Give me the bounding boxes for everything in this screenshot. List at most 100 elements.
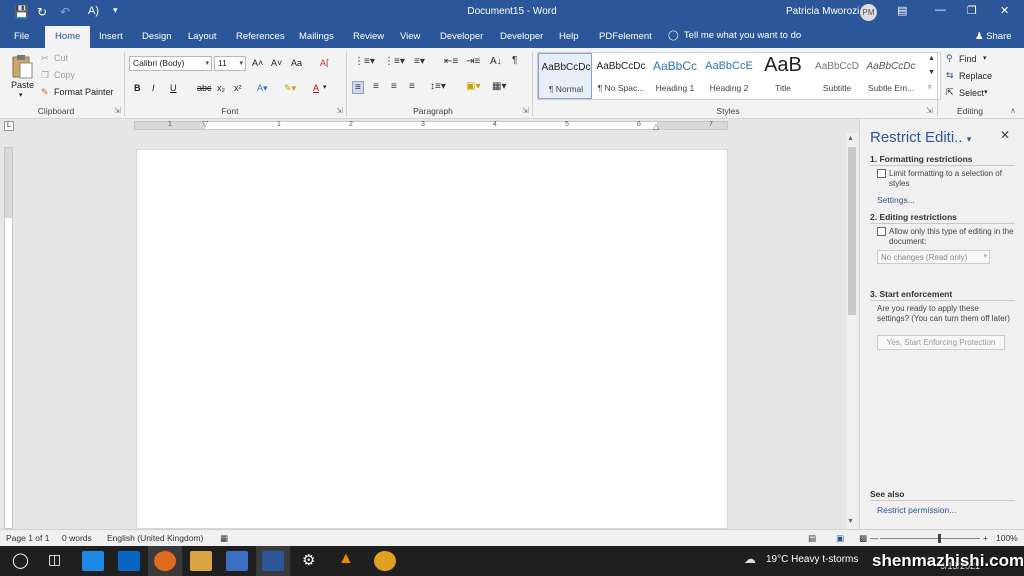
multilevel-list-icon[interactable]: ≡▾ xyxy=(414,56,425,67)
copy-button[interactable]: Copy xyxy=(54,70,75,80)
search-icon[interactable]: ◯ xyxy=(12,551,29,569)
align-center-icon[interactable]: ≡ xyxy=(373,81,379,92)
tab-insert[interactable]: Insert xyxy=(99,31,123,42)
font-color-icon[interactable]: A xyxy=(313,83,319,93)
restore-icon[interactable]: ❐ xyxy=(967,4,977,17)
bullets-icon[interactable]: ⋮≡▾ xyxy=(354,56,375,67)
zoom-slider-thumb[interactable] xyxy=(938,534,941,543)
increase-indent-icon[interactable]: ⇥≡ xyxy=(466,56,480,67)
style-subtle-emphasis[interactable]: AaBbCcDc Subtle Em... xyxy=(864,53,918,99)
clipboard-launcher-icon[interactable]: ⇲ xyxy=(114,106,121,115)
decrease-indent-icon[interactable]: ⇤≡ xyxy=(444,56,458,67)
browser-icon[interactable] xyxy=(154,551,176,571)
tab-mailings[interactable]: Mailings xyxy=(299,31,334,42)
collapse-ribbon-icon[interactable]: ∧ xyxy=(1010,106,1016,115)
sort-icon[interactable]: A↓ xyxy=(490,56,502,67)
cut-button[interactable]: Cut xyxy=(54,53,68,63)
styles-more-icon[interactable]: ▿ xyxy=(928,83,932,91)
superscript-button[interactable]: x² xyxy=(234,83,242,93)
vertical-scrollbar[interactable]: ▲ ▼ xyxy=(846,133,858,529)
app-icon[interactable] xyxy=(226,551,248,571)
tab-layout[interactable]: Layout xyxy=(188,31,217,42)
mail-icon[interactable] xyxy=(118,551,140,571)
file-explorer-icon[interactable] xyxy=(190,551,212,571)
ribbon-display-icon[interactable]: ▤ xyxy=(897,4,907,17)
word-count[interactable]: 0 words xyxy=(62,533,92,543)
replace-button[interactable]: Replace xyxy=(959,71,992,81)
find-button[interactable]: Find xyxy=(959,54,977,64)
limit-formatting-checkbox[interactable] xyxy=(877,169,886,178)
chevron-down-icon[interactable]: ▾ xyxy=(984,88,988,96)
paste-dropdown-icon[interactable]: ▾ xyxy=(19,91,23,99)
align-right-icon[interactable]: ≡ xyxy=(391,81,397,92)
show-formatting-button[interactable]: ¶ xyxy=(512,55,517,66)
font-size-combo[interactable]: 11 ▾ xyxy=(214,56,246,71)
horizontal-ruler[interactable]: 1 1 2 3 4 5 6 7 ▽ △ xyxy=(134,119,728,131)
paste-icon[interactable] xyxy=(11,54,33,80)
weather-icon[interactable]: ☁ xyxy=(744,552,756,566)
underline-button[interactable]: U xyxy=(170,83,177,93)
zoom-level[interactable]: 100% xyxy=(996,533,1018,543)
gear-icon[interactable]: ⚙ xyxy=(302,551,315,569)
weather-text[interactable]: 19°C Heavy t-storms xyxy=(766,554,858,565)
line-spacing-icon[interactable]: ↕≡▾ xyxy=(430,81,446,92)
tab-home[interactable]: Home xyxy=(45,26,91,48)
zoom-in-icon[interactable]: + xyxy=(983,533,988,543)
indent-marker-icon[interactable]: ▽ xyxy=(202,119,208,128)
word-icon[interactable] xyxy=(262,551,284,571)
change-case-button[interactable]: Aa xyxy=(291,58,302,68)
clear-formatting-icon[interactable]: A⌈ xyxy=(320,58,330,69)
share-button[interactable]: ♟ Share xyxy=(975,31,1012,42)
print-layout-icon[interactable]: ▣ xyxy=(836,533,844,544)
bold-button[interactable]: B xyxy=(134,83,141,93)
tab-pdfelement[interactable]: PDFelement xyxy=(599,31,652,42)
document-page[interactable] xyxy=(136,149,728,529)
styles-scroll-down-icon[interactable]: ▼ xyxy=(928,69,935,76)
store-icon[interactable] xyxy=(82,551,104,571)
font-launcher-icon[interactable]: ⇲ xyxy=(336,106,343,115)
scroll-down-icon[interactable]: ▼ xyxy=(847,518,854,525)
italic-button[interactable]: I xyxy=(152,83,155,93)
tab-selector-icon[interactable]: L xyxy=(4,121,14,131)
settings-link[interactable]: Settings... xyxy=(877,195,915,205)
paste-button[interactable]: Paste xyxy=(11,80,34,90)
style-heading-2[interactable]: AaBbCcE Heading 2 xyxy=(702,53,756,99)
minimize-icon[interactable]: — xyxy=(935,4,946,16)
justify-icon[interactable]: ≡ xyxy=(409,81,415,92)
tab-design[interactable]: Design xyxy=(142,31,172,42)
subscript-button[interactable]: x₂ xyxy=(217,83,225,93)
style-normal[interactable]: AaBbCcDc ¶ Normal xyxy=(538,53,592,99)
align-left-icon[interactable]: ≡ xyxy=(352,81,364,94)
tab-file[interactable]: File xyxy=(14,31,29,42)
tab-developer[interactable]: Developer xyxy=(440,31,483,42)
start-enforcing-button[interactable]: Yes, Start Enforcing Protection xyxy=(877,335,1005,350)
editing-type-select[interactable]: No changes (Read only) ▾ xyxy=(877,250,990,264)
strikethrough-button[interactable]: abc xyxy=(197,83,212,93)
paragraph-launcher-icon[interactable]: ⇲ xyxy=(522,106,529,115)
shrink-font-button[interactable]: A˅ xyxy=(271,58,282,68)
macro-recording-icon[interactable]: ▦ xyxy=(220,533,228,544)
close-icon[interactable]: ✕ xyxy=(1000,128,1010,142)
select-button[interactable]: Select xyxy=(959,88,984,98)
chevron-down-icon[interactable]: ▾ xyxy=(983,54,987,62)
scrollbar-thumb[interactable] xyxy=(848,147,856,315)
tell-me-search[interactable]: ◯ Tell me what you want to do xyxy=(668,30,801,41)
language-status[interactable]: English (United Kingdom) xyxy=(107,533,203,543)
vlc-icon[interactable]: ▲ xyxy=(338,550,354,568)
highlight-icon[interactable]: ✎▾ xyxy=(284,83,296,94)
borders-icon[interactable]: ▦▾ xyxy=(492,81,506,92)
style-heading-1[interactable]: AaBbCc Heading 1 xyxy=(648,53,702,99)
task-view-icon[interactable]: ◫ xyxy=(48,551,61,568)
tab-review[interactable]: Review xyxy=(353,31,384,42)
chevron-down-icon[interactable]: ▾ xyxy=(323,83,327,91)
numbering-icon[interactable]: ⋮≡▾ xyxy=(384,56,405,67)
zoom-slider[interactable] xyxy=(880,538,980,539)
scroll-up-icon[interactable]: ▲ xyxy=(847,135,854,142)
restrict-permission-link[interactable]: Restrict permission... xyxy=(877,505,956,515)
read-mode-icon[interactable]: ▤ xyxy=(808,533,816,544)
shading-icon[interactable]: ▣▾ xyxy=(466,81,480,92)
text-effects-icon[interactable]: A▾ xyxy=(257,83,268,94)
vertical-ruler[interactable] xyxy=(4,147,13,529)
page-count[interactable]: Page 1 of 1 xyxy=(6,533,49,543)
right-indent-marker-icon[interactable]: △ xyxy=(653,122,659,131)
